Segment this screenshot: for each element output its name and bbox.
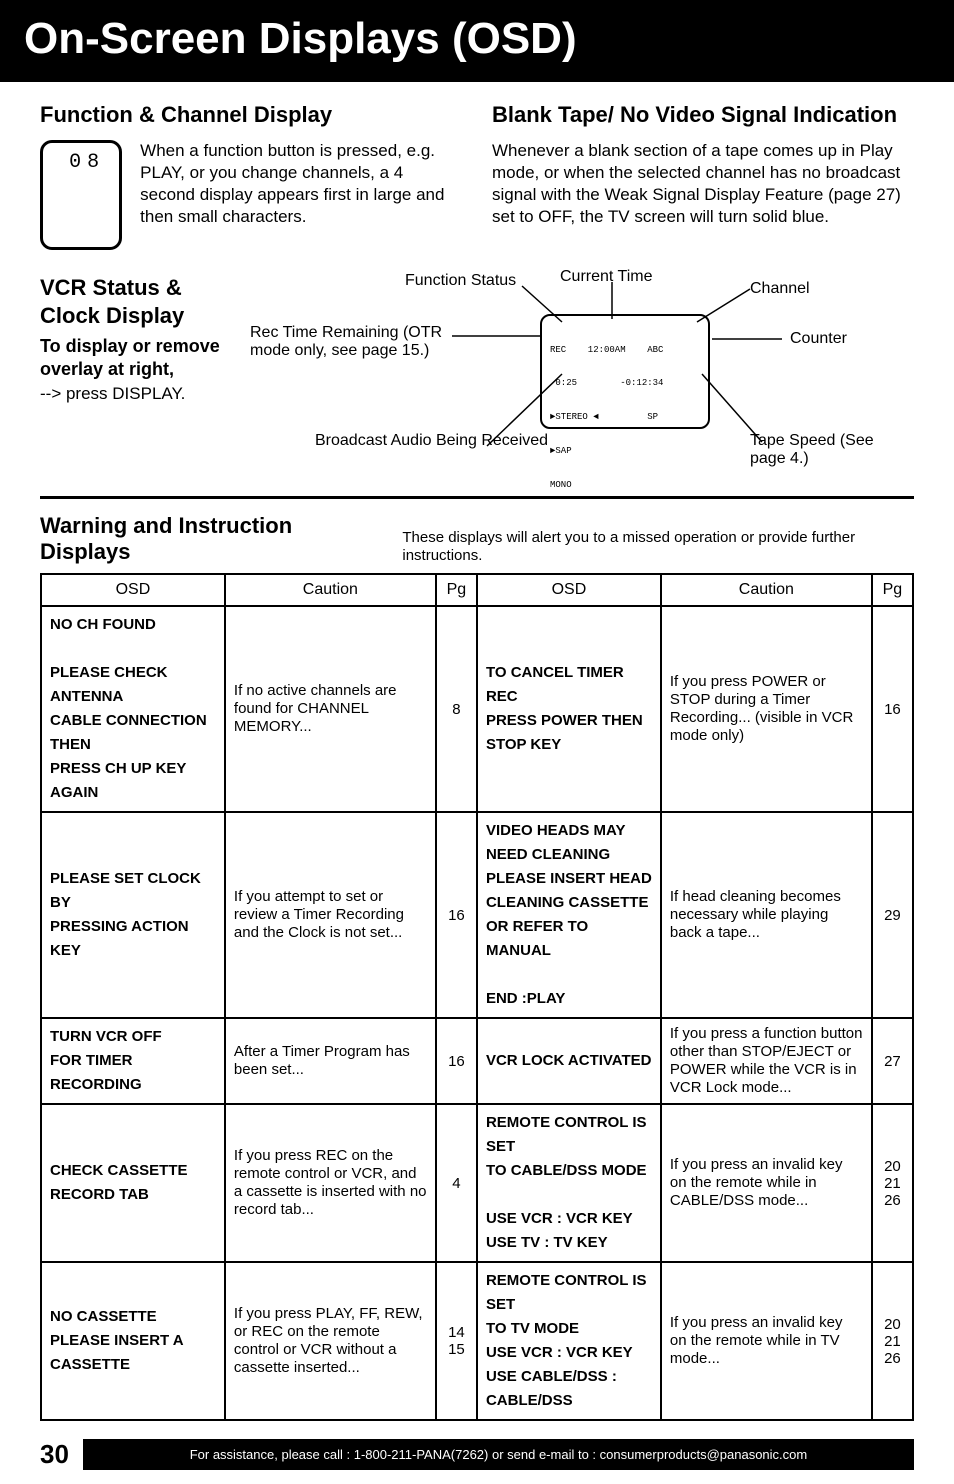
caution-cell-left: If you press PLAY, FF, REW, or REC on th…: [225, 1262, 436, 1420]
table-row: NO CASSETTE PLEASE INSERT A CASSETTEIf y…: [41, 1262, 913, 1420]
pg-cell-right: 27: [872, 1018, 913, 1104]
label-channel: Channel: [750, 280, 810, 298]
th-osd-right: OSD: [477, 574, 661, 606]
osd-cell-left: NO CH FOUND PLEASE CHECK ANTENNA CABLE C…: [41, 606, 225, 812]
pg-cell-left: 4: [436, 1104, 477, 1262]
th-pg-left: Pg: [436, 574, 477, 606]
label-function-status: Function Status: [405, 272, 516, 290]
osd-cell-left: PLEASE SET CLOCK BY PRESSING ACTION KEY: [41, 812, 225, 1018]
caution-cell-left: If you press REC on the remote control o…: [225, 1104, 436, 1262]
label-counter: Counter: [790, 330, 847, 348]
vcr-subheading: To display or remove overlay at right,: [40, 335, 240, 380]
page-content: Function & Channel Display 08 When a fun…: [0, 82, 954, 1421]
osd-cell-right: TO CANCEL TIMER REC PRESS POWER THEN STO…: [477, 606, 661, 812]
th-caution-right: Caution: [661, 574, 872, 606]
function-channel-section: Function & Channel Display 08 When a fun…: [40, 102, 462, 250]
label-broadcast-audio: Broadcast Audio Being Received: [315, 432, 548, 450]
tv-box-icon: 08: [40, 140, 122, 250]
osd-screen-icon: REC 12:00AM ABC 0:25 -0:12:34 ►STEREO ◄ …: [540, 314, 710, 429]
th-osd-left: OSD: [41, 574, 225, 606]
pg-cell-right: 20 21 26: [872, 1262, 913, 1420]
caution-cell-right: If you press a function button other tha…: [661, 1018, 872, 1104]
pg-cell-left: 16: [436, 812, 477, 1018]
caution-cell-right: If you press an invalid key on the remot…: [661, 1104, 872, 1262]
vcr-press-instruction: --> press DISPLAY.: [40, 384, 240, 404]
warning-table: OSD Caution Pg OSD Caution Pg NO CH FOUN…: [40, 573, 914, 1421]
osd-line5: MONO: [550, 480, 700, 491]
function-body-text: When a function button is pressed, e.g. …: [140, 140, 462, 228]
label-current-time: Current Time: [560, 268, 652, 286]
caution-cell-right: If you press POWER or STOP during a Time…: [661, 606, 872, 812]
page-number: 30: [40, 1439, 69, 1470]
osd-cell-left: NO CASSETTE PLEASE INSERT A CASSETTE: [41, 1262, 225, 1420]
blank-tape-section: Blank Tape/ No Video Signal Indication W…: [492, 102, 914, 250]
footer-assist-bar: For assistance, please call : 1-800-211-…: [83, 1439, 914, 1470]
pg-cell-left: 8: [436, 606, 477, 812]
table-row: TURN VCR OFF FOR TIMER RECORDINGAfter a …: [41, 1018, 913, 1104]
pg-cell-right: 16: [872, 606, 913, 812]
osd-cell-left: TURN VCR OFF FOR TIMER RECORDING: [41, 1018, 225, 1104]
blank-heading: Blank Tape/ No Video Signal Indication: [492, 102, 914, 128]
function-heading: Function & Channel Display: [40, 102, 462, 128]
table-header-row: OSD Caution Pg OSD Caution Pg: [41, 574, 913, 606]
label-rec-remaining: Rec Time Remaining (OTR mode only, see p…: [250, 324, 450, 361]
osd-cell-right: REMOTE CONTROL IS SET TO CABLE/DSS MODE …: [477, 1104, 661, 1262]
caution-cell-right: If you press an invalid key on the remot…: [661, 1262, 872, 1420]
pg-cell-left: 14 15: [436, 1262, 477, 1420]
osd-cell-right: VIDEO HEADS MAY NEED CLEANING PLEASE INS…: [477, 812, 661, 1018]
caution-cell-right: If head cleaning becomes necessary while…: [661, 812, 872, 1018]
osd-cell-right: REMOTE CONTROL IS SET TO TV MODE USE VCR…: [477, 1262, 661, 1420]
th-pg-right: Pg: [872, 574, 913, 606]
caution-cell-left: After a Timer Program has been set...: [225, 1018, 436, 1104]
osd-line3: ►STEREO ◄ SP: [550, 412, 700, 423]
page-banner: On-Screen Displays (OSD): [0, 0, 954, 82]
blank-body-text: Whenever a blank section of a tape comes…: [492, 140, 914, 228]
osd-cell-right: VCR LOCK ACTIVATED: [477, 1018, 661, 1104]
divider: [40, 496, 914, 499]
table-row: NO CH FOUND PLEASE CHECK ANTENNA CABLE C…: [41, 606, 913, 812]
warning-heading: Warning and Instruction Displays: [40, 513, 372, 565]
pg-cell-right: 29: [872, 812, 913, 1018]
osd-line4: ►SAP: [550, 446, 700, 457]
vcr-status-section: VCR Status & Clock Display To display or…: [40, 274, 240, 474]
label-tape-speed: Tape Speed (See page 4.): [750, 432, 890, 469]
vcr-heading: VCR Status & Clock Display: [40, 274, 240, 329]
vcr-diagram: Rec Time Remaining (OTR mode only, see p…: [250, 274, 914, 474]
osd-line1: REC 12:00AM ABC: [550, 345, 700, 356]
pg-cell-right: 20 21 26: [872, 1104, 913, 1262]
osd-cell-left: CHECK CASSETTE RECORD TAB: [41, 1104, 225, 1262]
caution-cell-left: If no active channels are found for CHAN…: [225, 606, 436, 812]
caution-cell-left: If you attempt to set or review a Timer …: [225, 812, 436, 1018]
table-row: CHECK CASSETTE RECORD TABIf you press RE…: [41, 1104, 913, 1262]
warning-note: These displays will alert you to a misse…: [402, 529, 914, 565]
osd-line2: 0:25 -0:12:34: [550, 378, 700, 389]
th-caution-left: Caution: [225, 574, 436, 606]
pg-cell-left: 16: [436, 1018, 477, 1104]
table-row: PLEASE SET CLOCK BY PRESSING ACTION KEYI…: [41, 812, 913, 1018]
